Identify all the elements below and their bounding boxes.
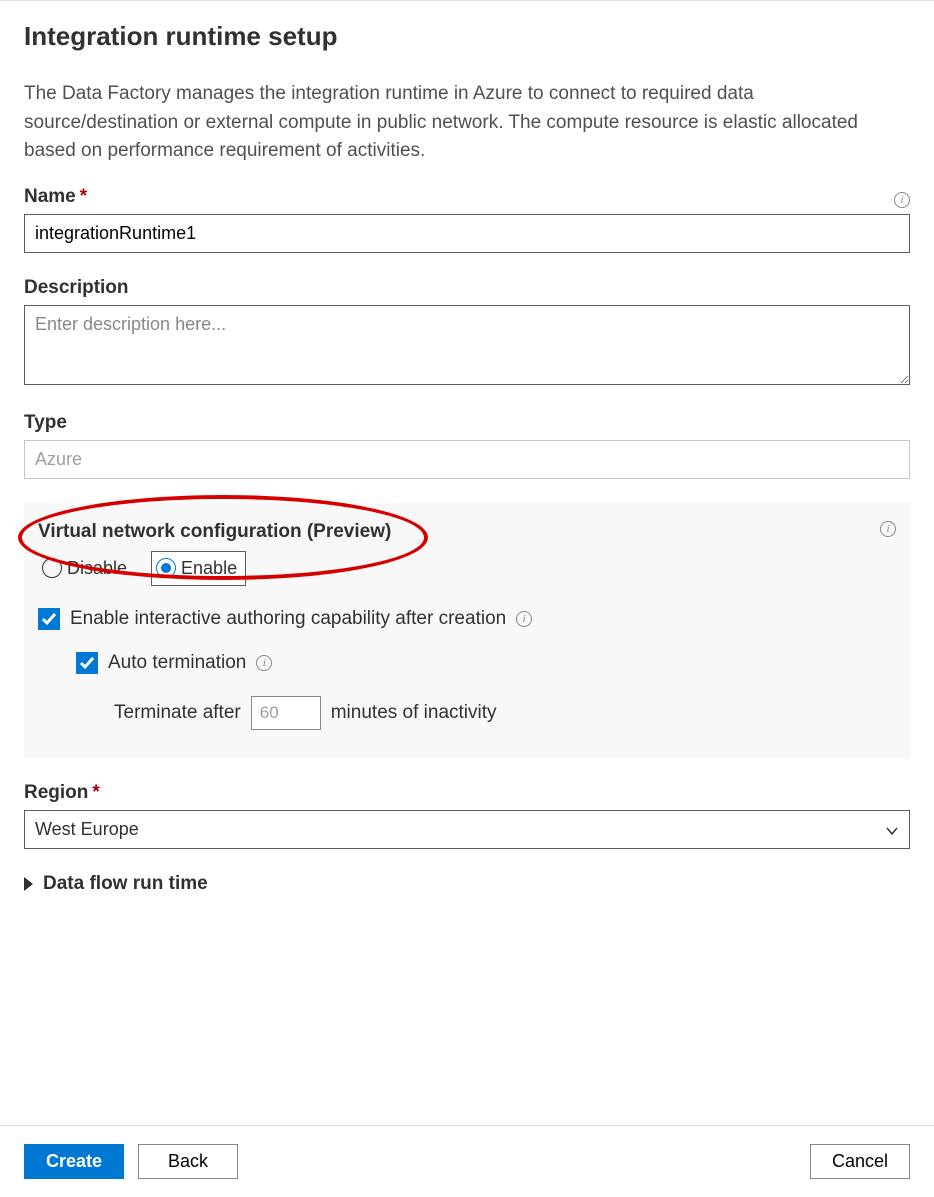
interactive-authoring-label: Enable interactive authoring capability … xyxy=(70,608,506,630)
radio-circle-icon xyxy=(42,558,62,578)
type-label: Type xyxy=(24,412,910,434)
required-asterisk: * xyxy=(92,782,99,804)
chevron-down-icon xyxy=(885,822,899,836)
checkbox-checked-icon xyxy=(76,652,98,674)
auto-termination-label: Auto termination xyxy=(108,652,246,674)
required-asterisk: * xyxy=(80,186,87,208)
chevron-right-icon xyxy=(24,877,33,891)
region-value: West Europe xyxy=(35,819,139,840)
vnet-enable-label: Enable xyxy=(181,558,237,579)
terminate-after-input[interactable] xyxy=(251,696,321,730)
back-button[interactable]: Back xyxy=(138,1144,238,1179)
auto-termination-checkbox[interactable]: Auto termination i xyxy=(76,652,896,674)
dataflow-runtime-label: Data flow run time xyxy=(43,873,208,895)
dataflow-runtime-expander[interactable]: Data flow run time xyxy=(24,873,910,895)
vnet-disable-label: Disable xyxy=(67,558,127,579)
name-label: Name* xyxy=(24,186,87,208)
info-icon[interactable]: i xyxy=(256,655,272,671)
terminate-after-prefix: Terminate after xyxy=(114,702,241,724)
interactive-authoring-checkbox[interactable]: Enable interactive authoring capability … xyxy=(38,608,896,630)
create-button[interactable]: Create xyxy=(24,1144,124,1179)
cancel-button[interactable]: Cancel xyxy=(810,1144,910,1179)
footer: Create Back Cancel xyxy=(0,1125,934,1197)
name-field-group: Name* i xyxy=(24,186,910,253)
vnet-enable-radio[interactable]: Enable xyxy=(151,551,246,586)
terminate-after-suffix: minutes of inactivity xyxy=(331,702,497,724)
region-field-group: Region* West Europe xyxy=(24,782,910,849)
vnet-panel: Virtual network configuration (Preview) … xyxy=(24,503,910,758)
region-label: Region* xyxy=(24,782,910,804)
radio-circle-icon xyxy=(156,558,176,578)
region-select[interactable]: West Europe xyxy=(24,810,910,849)
type-field-group: Type Azure xyxy=(24,412,910,479)
vnet-title: Virtual network configuration (Preview) xyxy=(38,521,391,543)
name-input[interactable] xyxy=(24,214,910,253)
info-icon[interactable]: i xyxy=(880,521,896,537)
checkbox-checked-icon xyxy=(38,608,60,630)
page-title: Integration runtime setup xyxy=(24,21,910,52)
info-icon[interactable]: i xyxy=(516,611,532,627)
description-input[interactable] xyxy=(24,305,910,385)
type-value: Azure xyxy=(24,440,910,479)
description-field-group: Description xyxy=(24,277,910,388)
page-description: The Data Factory manages the integration… xyxy=(24,80,910,166)
vnet-disable-radio[interactable]: Disable xyxy=(38,552,135,585)
description-label: Description xyxy=(24,277,910,299)
info-icon[interactable]: i xyxy=(894,192,910,208)
